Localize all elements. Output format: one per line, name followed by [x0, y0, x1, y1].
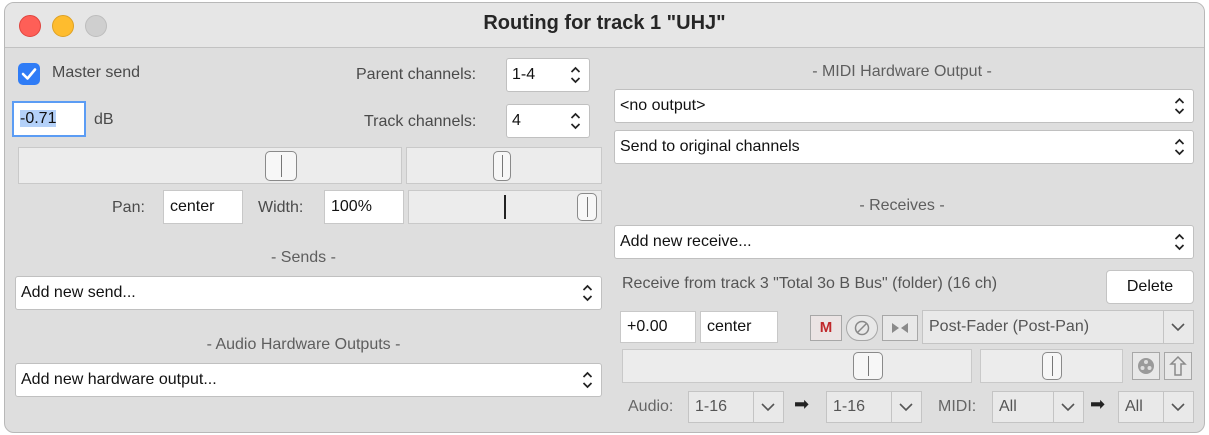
dropdown-arrow: [1163, 392, 1193, 422]
track-route-button[interactable]: [1164, 352, 1192, 380]
midi-output-select[interactable]: <no output>: [614, 89, 1194, 123]
volume-slider-thumb[interactable]: [265, 151, 297, 181]
dropdown-arrow: [1163, 311, 1193, 343]
receive-volume-slider-thumb[interactable]: [853, 352, 883, 380]
width-label: Width:: [258, 199, 304, 216]
receives-header: - Receives -: [859, 197, 945, 214]
checkmark-icon: [21, 68, 37, 80]
add-send-select[interactable]: Add new send...: [15, 276, 602, 310]
receive-audio-dst-value: 1-16: [833, 398, 866, 415]
receive-audio-dst-select[interactable]: 1-16: [826, 391, 922, 423]
receive-volume-slider[interactable]: [622, 349, 972, 383]
chevron-down-icon: [761, 403, 775, 412]
receive-midi-src-value: All: [999, 398, 1017, 415]
routing-window: Routing for track 1 "UHJ" Master send Pa…: [4, 2, 1205, 433]
receive-volume-input[interactable]: +0.00: [620, 311, 696, 343]
route-arrow-icon: [1169, 355, 1187, 376]
volume-unit-label: dB: [94, 111, 114, 128]
receive-mode-select[interactable]: Post-Fader (Post-Pan): [922, 310, 1194, 344]
volume-value: -0.71: [20, 110, 57, 127]
chevron-down-icon: [899, 403, 913, 412]
chevron-down-icon: [1061, 403, 1075, 412]
receive-mode-value: Post-Fader (Post-Pan): [929, 318, 1090, 335]
right-arrow-icon: ➡: [794, 394, 810, 414]
master-send-checkbox[interactable]: [18, 63, 40, 85]
pan-slider-thumb[interactable]: [493, 151, 511, 181]
phase-invert-icon: [854, 320, 870, 336]
width-slider[interactable]: [408, 190, 602, 224]
volume-slider[interactable]: [18, 147, 402, 184]
receive-midi-dst-value: All: [1125, 398, 1143, 415]
add-hw-output-select[interactable]: Add new hardware output...: [15, 363, 602, 397]
receive-audio-src-select[interactable]: 1-16: [688, 391, 784, 423]
envelope-button[interactable]: [1132, 352, 1160, 380]
receive-pan-input[interactable]: center: [700, 311, 778, 343]
parent-channels-label: Parent channels:: [356, 66, 477, 83]
width-input[interactable]: 100%: [324, 190, 404, 224]
env-knob-icon: [1138, 358, 1154, 374]
receive-midi-src-select[interactable]: All: [992, 391, 1084, 423]
parent-channels-select[interactable]: 1-4: [506, 58, 590, 92]
master-send-label: Master send: [52, 64, 141, 81]
receive-audio-src-value: 1-16: [695, 398, 728, 415]
add-receive-label: Add new receive...: [620, 233, 752, 250]
volume-input[interactable]: -0.71: [12, 101, 86, 137]
audio-hw-outputs-header: - Audio Hardware Outputs -: [206, 336, 401, 353]
window-title: Routing for track 1 "UHJ": [483, 12, 726, 34]
add-hw-output-label: Add new hardware output...: [21, 371, 217, 388]
track-channels-label: Track channels:: [364, 113, 477, 130]
updown-chevron-icon: [582, 371, 593, 389]
dropdown-arrow: [1053, 392, 1083, 422]
title-bar: Routing for track 1 "UHJ": [5, 3, 1204, 48]
updown-chevron-icon: [570, 66, 581, 84]
receive-description: Receive from track 3 "Total 3o B Bus" (f…: [622, 275, 998, 292]
pan-label: Pan:: [112, 199, 145, 216]
delete-receive-button[interactable]: Delete: [1106, 270, 1194, 304]
receive-midi-dst-select[interactable]: All: [1118, 391, 1194, 423]
updown-chevron-icon: [1174, 233, 1185, 251]
receive-pan-slider-thumb[interactable]: [1042, 352, 1062, 380]
chevron-down-icon: [1171, 403, 1185, 412]
midi-hw-output-header: - MIDI Hardware Output -: [812, 63, 992, 80]
sends-header: - Sends -: [271, 249, 336, 266]
track-channels-value: 4: [512, 112, 521, 129]
updown-chevron-icon: [1174, 97, 1185, 115]
midi-channels-value: Send to original channels: [620, 138, 800, 155]
receive-midi-label: MIDI:: [938, 398, 977, 415]
receive-phase-button[interactable]: [846, 315, 878, 341]
midi-channels-select[interactable]: Send to original channels: [614, 130, 1194, 164]
add-receive-select[interactable]: Add new receive...: [614, 225, 1194, 259]
dropdown-arrow: [891, 392, 921, 422]
chevron-down-icon: [1171, 323, 1185, 332]
width-slider-thumb[interactable]: [577, 193, 597, 221]
width-slider-center-mark: [504, 195, 506, 219]
pan-input[interactable]: center: [163, 190, 243, 224]
add-send-label: Add new send...: [21, 284, 136, 301]
updown-chevron-icon: [582, 284, 593, 302]
receive-mono-stereo-button[interactable]: [882, 315, 918, 341]
midi-output-value: <no output>: [620, 97, 706, 114]
parent-channels-value: 1-4: [512, 66, 536, 83]
updown-chevron-icon: [570, 112, 581, 130]
mono-stereo-icon: [892, 323, 908, 333]
track-channels-select[interactable]: 4: [506, 104, 590, 138]
receive-audio-label: Audio:: [628, 398, 674, 415]
right-arrow-icon: ➡: [1090, 394, 1106, 414]
receive-pan-slider[interactable]: [980, 349, 1123, 383]
pan-slider[interactable]: [406, 147, 602, 184]
receive-mute-button[interactable]: M: [810, 315, 842, 341]
updown-chevron-icon: [1174, 138, 1185, 156]
dropdown-arrow: [753, 392, 783, 422]
